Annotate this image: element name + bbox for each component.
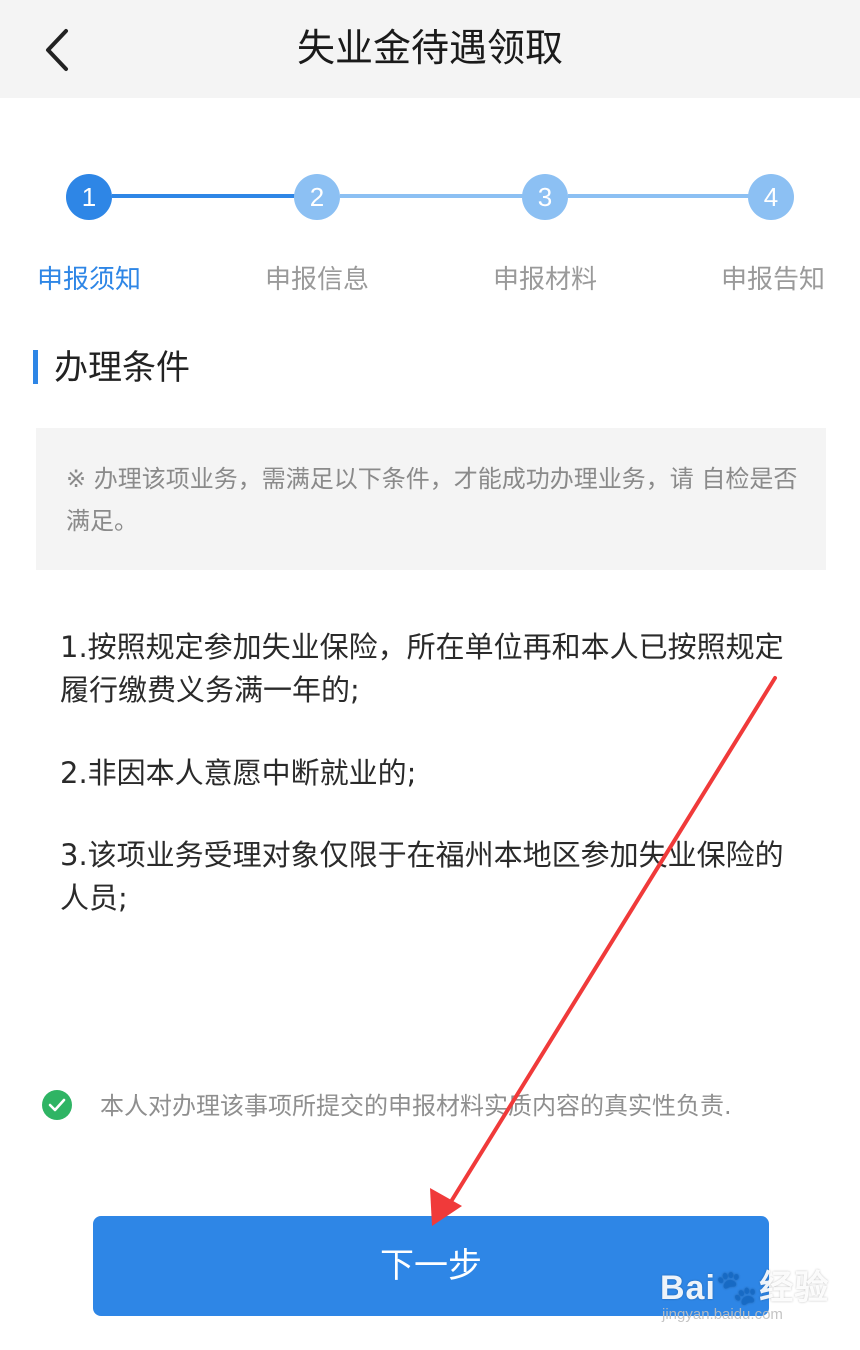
- section-title: 办理条件: [54, 348, 190, 388]
- watermark-url: jingyan.baidu.com: [662, 1306, 783, 1323]
- step-2-label: 申报信息: [264, 265, 369, 295]
- notice-text: ※ 办理该项业务，需满足以下条件，才能成功办理业务，请 自检是否满足。: [66, 465, 798, 535]
- agreement-text: 本人对办理该事项所提交的申报材料实质内容的真实性负责.: [100, 1092, 732, 1120]
- step-4-label: 申报告知: [720, 265, 825, 295]
- step-4-circle: 4: [748, 174, 794, 220]
- app-header: 失业金待遇领取: [0, 0, 860, 98]
- baidu-watermark: Bai🐾经验 jingyan.baidu.com: [660, 1260, 830, 1323]
- page-title: 失业金待遇领取: [296, 26, 563, 70]
- condition-item-3: 3.该项业务受理对象仅限于在福州本地区参加失业保险的人员;: [60, 838, 784, 915]
- section-accent-bar: [33, 350, 38, 384]
- step-connector-2: [340, 194, 524, 198]
- checkmark-icon: [48, 1098, 66, 1112]
- step-2-circle: 2: [294, 174, 340, 220]
- agreement-checkbox[interactable]: [42, 1090, 72, 1120]
- step-3-label: 申报材料: [492, 265, 597, 295]
- step-1-circle: 1: [66, 174, 112, 220]
- step-1-label: 申报须知: [36, 265, 141, 295]
- notice-box: ※ 办理该项业务，需满足以下条件，才能成功办理业务，请 自检是否满足。: [36, 428, 826, 570]
- watermark-logo: Bai🐾经验: [660, 1269, 830, 1307]
- condition-item-2: 2.非因本人意愿中断就业的;: [60, 756, 417, 790]
- condition-item-1: 1.按照规定参加失业保险，所在单位再和本人已按照规定履行缴费义务满一年的;: [60, 630, 784, 707]
- step-connector-3: [568, 194, 752, 198]
- step-3-circle: 3: [522, 174, 568, 220]
- step-connector-1: [112, 194, 296, 198]
